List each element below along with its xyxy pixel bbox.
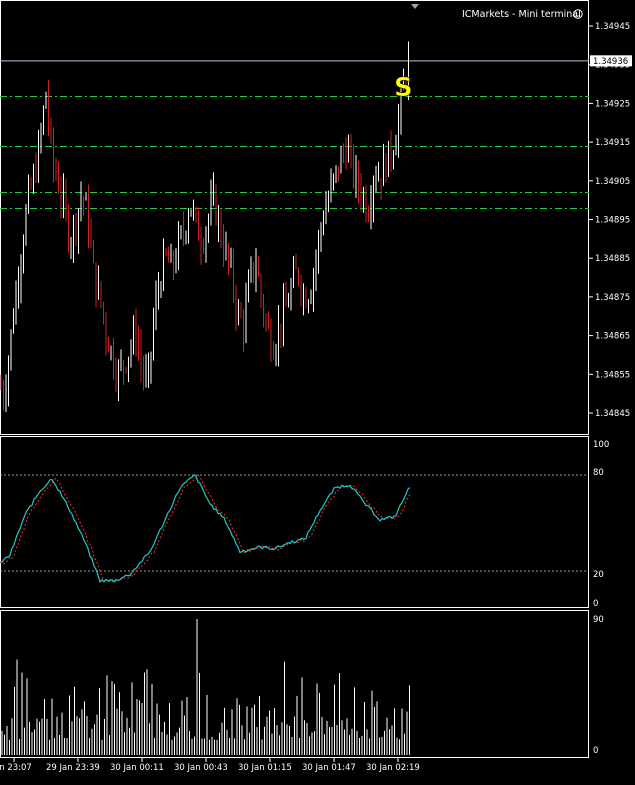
price-tick-label: 1.34905 [595,177,630,187]
price-tick-label: 1.34875 [595,293,630,303]
price-tick-label: 1.34845 [595,409,630,419]
price-tick-label: 1.34885 [595,254,630,264]
chart-background [0,0,635,781]
stoch-tick-20: 20 [593,570,604,580]
time-tick-label: 30 Jan 01:15 [238,763,292,773]
volume-tick-0: 0 [593,746,598,756]
chart-canvas[interactable]: 1.349451.349351.349251.349151.349051.348… [0,0,635,781]
price-tick-label: 1.34865 [595,332,630,342]
time-tick-label: 30 Jan 01:47 [302,763,356,773]
time-tick-label: 29 Jan 23:07 [0,763,32,773]
time-tick-label: 29 Jan 23:39 [46,763,100,773]
time-tick-label: 30 Jan 00:43 [174,763,228,773]
price-tick-label: 1.34855 [595,370,630,380]
price-tick-label: 1.34915 [595,138,630,148]
price-tick-label: 1.34945 [595,22,630,32]
mini-terminal-chart[interactable]: 1.349451.349351.349251.349151.349051.348… [0,0,635,781]
volume-tick-90: 90 [593,615,604,625]
price-tick-label: 1.34895 [595,216,630,226]
stoch-tick-0: 0 [593,599,598,609]
time-tick-label: 30 Jan 00:11 [110,763,164,773]
stoch-tick-100: 100 [593,440,609,450]
terminal-title: ICMarkets - Mini terminal [462,9,581,20]
price-tick-label: 1.34925 [595,99,630,109]
signal-marker[interactable]: S [394,73,413,104]
stoch-tick-80: 80 [593,468,604,478]
time-tick-label: 30 Jan 02:19 [366,763,420,773]
current-price-label: 1.34936 [593,57,628,67]
